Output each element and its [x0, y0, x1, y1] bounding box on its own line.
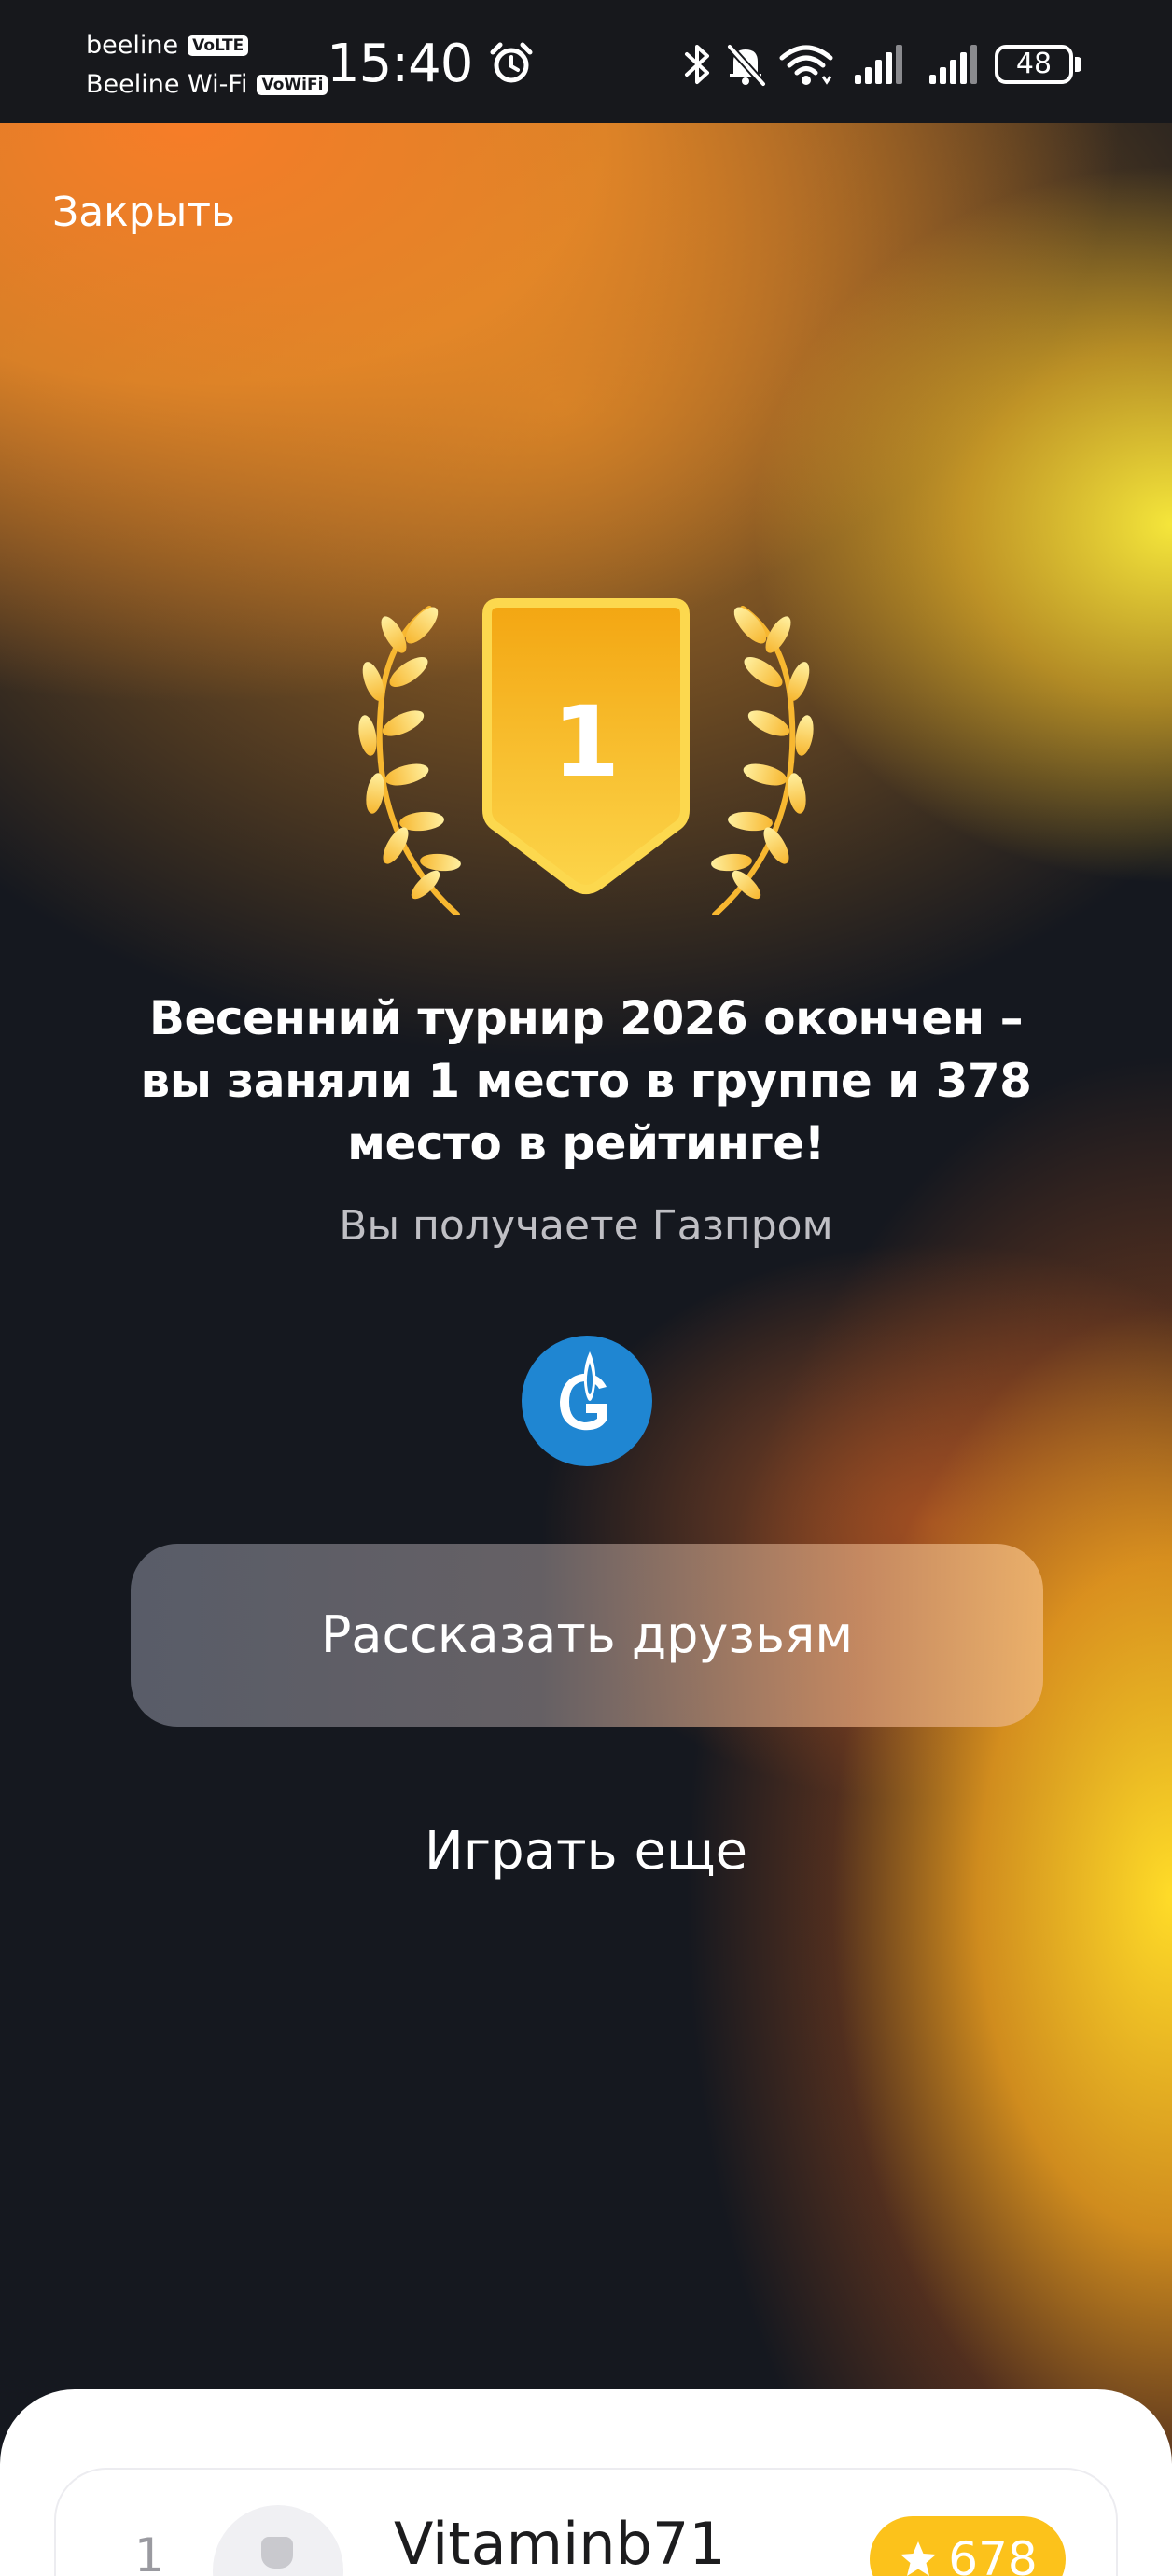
- star-icon: [900, 2541, 937, 2576]
- carrier-2: Beeline Wi-Fi VoWiFi: [86, 71, 328, 99]
- alarm-icon: [490, 42, 533, 83]
- signal-icon: [929, 45, 977, 84]
- gazprom-logo-icon: [522, 1336, 652, 1466]
- result-headline: Весенний турнир 2026 окончен – вы заняли…: [140, 991, 1032, 1170]
- carrier-1-name: beeline: [86, 31, 179, 60]
- avatar: [213, 2505, 343, 2576]
- score-badge: 678: [870, 2516, 1066, 2576]
- screen: beeline VoLTE Beeline Wi-Fi VoWiFi 15:40: [0, 0, 1172, 2576]
- laurel-right-icon: [711, 606, 814, 915]
- leaderboard-sheet[interactable]: 1 Vitaminb71 678: [0, 2389, 1172, 2576]
- close-button[interactable]: Закрыть: [52, 185, 235, 241]
- play-again-button[interactable]: Играть еще: [280, 1814, 892, 1889]
- avatar-placeholder-icon: [261, 2537, 293, 2569]
- score-value: 678: [948, 2532, 1038, 2576]
- carrier-2-name: Beeline Wi-Fi: [86, 70, 248, 99]
- place-number: 1: [551, 685, 621, 799]
- player-name: Vitaminb71: [394, 2510, 726, 2576]
- laurel-left-icon: [358, 606, 461, 915]
- prize-text: Вы получаете Газпром: [339, 1202, 833, 1250]
- status-time: 15:40: [327, 34, 473, 94]
- share-button[interactable]: Рассказать друзьям: [131, 1544, 1043, 1727]
- mute-icon: [727, 44, 766, 87]
- wifi-icon: [779, 45, 833, 85]
- volte-badge: VoLTE: [188, 35, 249, 56]
- leaderboard-row[interactable]: 1 Vitaminb71 678: [54, 2468, 1118, 2576]
- bluetooth-icon: [685, 45, 709, 84]
- signal-icon: [855, 45, 902, 84]
- carrier-1: beeline VoLTE: [86, 31, 249, 60]
- leaderboard-rank: 1: [134, 2528, 164, 2576]
- battery-indicator: 48: [995, 45, 1081, 84]
- vowifi-badge: VoWiFi: [257, 75, 328, 95]
- status-bar: beeline VoLTE Beeline Wi-Fi VoWiFi 15:40: [0, 0, 1172, 123]
